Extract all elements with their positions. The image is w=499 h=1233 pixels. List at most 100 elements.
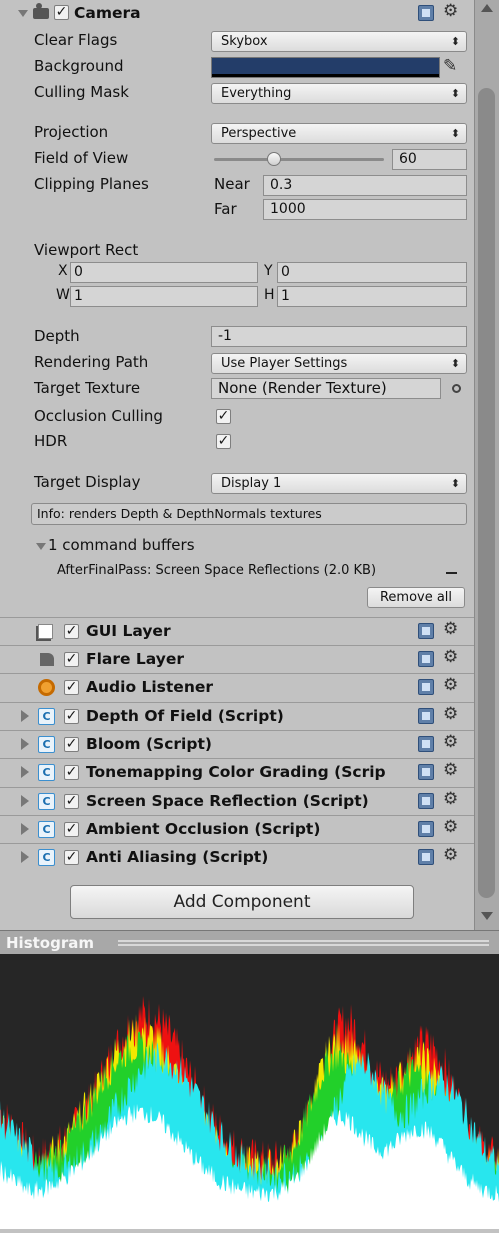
gear-icon[interactable]: ⚙ xyxy=(443,732,458,752)
fov-value-field[interactable]: 60 xyxy=(392,149,467,170)
fold-arrow-icon[interactable] xyxy=(36,543,46,550)
flare-layer-icon xyxy=(40,653,54,666)
projection-row: Projection Perspective ⬍ xyxy=(0,119,474,145)
component-header[interactable]: ✓ Flare Layer ⚙ xyxy=(0,645,474,673)
component-enabled-checkbox[interactable]: ✓ xyxy=(64,822,79,837)
gear-icon[interactable]: ⚙ xyxy=(443,619,458,639)
component-enabled-checkbox[interactable]: ✓ xyxy=(64,709,79,724)
fold-arrow-icon[interactable] xyxy=(21,710,29,722)
background-row: Background ✎ xyxy=(0,53,474,79)
gear-icon[interactable]: ⚙ xyxy=(443,704,458,724)
gear-icon[interactable]: ⚙ xyxy=(443,845,458,865)
help-book-icon[interactable] xyxy=(418,708,434,724)
component-enabled-checkbox[interactable]: ✓ xyxy=(64,737,79,752)
info-box: Info: renders Depth & DepthNormals textu… xyxy=(31,503,467,525)
gear-icon[interactable]: ⚙ xyxy=(443,647,458,667)
audio-listener-icon xyxy=(38,679,55,696)
near-field[interactable]: 0.3 xyxy=(263,175,467,196)
component-enabled-checkbox[interactable]: ✓ xyxy=(64,680,79,695)
help-book-icon[interactable] xyxy=(418,736,434,752)
component-enabled-checkbox[interactable]: ✓ xyxy=(64,850,79,865)
gear-icon[interactable]: ⚙ xyxy=(443,675,458,695)
viewport-x-field[interactable]: 0 xyxy=(70,262,258,283)
gear-icon[interactable]: ⚙ xyxy=(443,789,458,809)
component-header[interactable]: ✓ Audio Listener ⚙ xyxy=(0,673,474,701)
component-header[interactable]: C ✓ Screen Space Reflection (Script) ⚙ xyxy=(0,787,474,815)
gear-icon[interactable]: ⚙ xyxy=(443,760,458,780)
fold-arrow-icon[interactable] xyxy=(21,851,29,863)
fov-slider-track[interactable] xyxy=(214,158,384,161)
command-buffer-item-row: AfterFinalPass: Screen Space Reflections… xyxy=(0,560,474,586)
scroll-up-arrow-icon[interactable] xyxy=(481,4,493,12)
help-book-icon[interactable] xyxy=(418,651,434,667)
remove-buffer-icon[interactable] xyxy=(446,572,457,574)
target-texture-row: Target Texture None (Render Texture) xyxy=(0,375,474,401)
component-enabled-checkbox[interactable]: ✓ xyxy=(64,794,79,809)
fov-slider-thumb[interactable] xyxy=(266,152,281,166)
occlusion-culling-checkbox[interactable]: ✓ xyxy=(216,409,231,424)
histogram-titlebar[interactable]: Histogram xyxy=(0,930,499,954)
command-buffers-row[interactable]: 1 command buffers xyxy=(0,533,474,559)
component-header[interactable]: C ✓ Bloom (Script) ⚙ xyxy=(0,730,474,758)
histogram-view xyxy=(0,954,499,1229)
help-book-icon[interactable] xyxy=(418,5,434,21)
titlebar-grip xyxy=(118,940,489,942)
viewport-y-label: Y xyxy=(264,263,273,279)
viewport-w-field[interactable]: 1 xyxy=(70,286,258,307)
component-enabled-checkbox[interactable]: ✓ xyxy=(64,652,79,667)
component-header[interactable]: C ✓ Anti Aliasing (Script) ⚙ xyxy=(0,843,474,871)
clear-flags-dropdown[interactable]: Skybox ⬍ xyxy=(211,31,467,52)
component-enabled-checkbox[interactable]: ✓ xyxy=(64,765,79,780)
scroll-down-arrow-icon[interactable] xyxy=(481,912,493,920)
component-header[interactable]: C ✓ Depth Of Field (Script) ⚙ xyxy=(0,702,474,730)
add-component-button[interactable]: Add Component xyxy=(70,885,414,919)
background-label: Background xyxy=(34,57,124,75)
component-header[interactable]: C ✓ Ambient Occlusion (Script) ⚙ xyxy=(0,815,474,843)
help-book-icon[interactable] xyxy=(418,679,434,695)
viewport-rect-label: Viewport Rect xyxy=(34,241,139,259)
culling-mask-dropdown[interactable]: Everything ⬍ xyxy=(211,83,467,104)
target-display-dropdown[interactable]: Display 1 ⬍ xyxy=(211,473,467,494)
eyedropper-icon[interactable]: ✎ xyxy=(443,56,457,76)
projection-label: Projection xyxy=(34,123,109,141)
far-field[interactable]: 1000 xyxy=(263,199,467,220)
viewport-y-field[interactable]: 0 xyxy=(277,262,467,283)
help-book-icon[interactable] xyxy=(418,623,434,639)
hdr-label: HDR xyxy=(34,432,68,450)
fold-arrow-icon[interactable] xyxy=(21,738,29,750)
help-book-icon[interactable] xyxy=(418,793,434,809)
camera-header[interactable]: ✓ Camera ⚙ xyxy=(0,0,474,28)
rendering-path-dropdown[interactable]: Use Player Settings ⬍ xyxy=(211,353,467,374)
fold-arrow-icon[interactable] xyxy=(21,766,29,778)
component-enabled-checkbox[interactable]: ✓ xyxy=(64,624,79,639)
component-header[interactable]: ✓ GUI Layer ⚙ xyxy=(0,617,474,645)
depth-label: Depth xyxy=(34,327,80,345)
remove-all-button[interactable]: Remove all xyxy=(367,587,465,608)
help-book-icon[interactable] xyxy=(418,764,434,780)
fov-label: Field of View xyxy=(34,149,129,167)
collapse-arrow-icon[interactable] xyxy=(18,10,28,17)
component-header[interactable]: C ✓ Tonemapping Color Grading (Scrip ⚙ xyxy=(0,758,474,786)
gear-icon[interactable]: ⚙ xyxy=(443,1,458,21)
camera-enabled-checkbox[interactable]: ✓ xyxy=(54,5,69,20)
scrollbar-thumb[interactable] xyxy=(478,88,495,898)
command-buffer-item: AfterFinalPass: Screen Space Reflections… xyxy=(57,563,377,578)
target-texture-field[interactable]: None (Render Texture) xyxy=(211,378,441,399)
fold-arrow-icon[interactable] xyxy=(21,823,29,835)
component-name: Flare Layer xyxy=(86,650,185,668)
object-picker-icon[interactable] xyxy=(452,384,461,393)
help-book-icon[interactable] xyxy=(418,849,434,865)
fold-arrow-icon[interactable] xyxy=(21,795,29,807)
inspector-panel: ✓ Camera ⚙ Clear Flags Skybox ⬍ Backgroun… xyxy=(0,0,474,930)
vertical-scrollbar[interactable] xyxy=(474,0,499,930)
viewport-h-field[interactable]: 1 xyxy=(277,286,467,307)
projection-dropdown[interactable]: Perspective ⬍ xyxy=(211,123,467,144)
hdr-checkbox[interactable]: ✓ xyxy=(216,434,231,449)
script-icon: C xyxy=(38,821,55,838)
depth-field[interactable]: -1 xyxy=(211,326,467,347)
gear-icon[interactable]: ⚙ xyxy=(443,817,458,837)
background-color-swatch[interactable] xyxy=(211,57,440,78)
component-name: Screen Space Reflection (Script) xyxy=(86,792,369,810)
clipping-planes-label: Clipping Planes xyxy=(34,175,149,193)
help-book-icon[interactable] xyxy=(418,821,434,837)
